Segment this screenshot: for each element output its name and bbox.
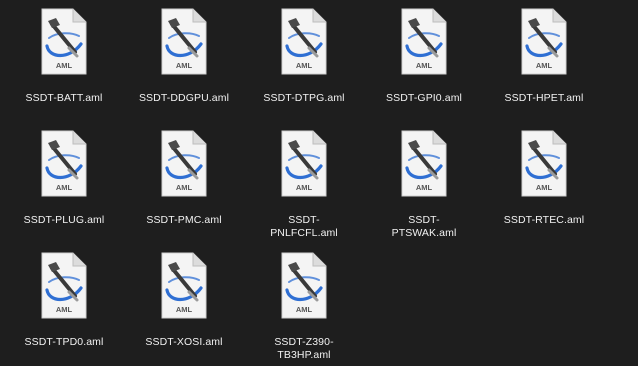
svg-text:AML: AML bbox=[56, 61, 73, 70]
aml-document-icon: AML bbox=[401, 130, 447, 197]
file-name-label: SSDT-TPD0.aml bbox=[24, 336, 104, 348]
file-name-label: SSDT-XOSI.aml bbox=[145, 336, 223, 348]
file-name-label: SSDT-DDGPU.aml bbox=[138, 92, 230, 104]
file-item[interactable]: AML SSDT-GPI0.aml bbox=[364, 6, 484, 128]
svg-text:AML: AML bbox=[176, 183, 193, 192]
file-item[interactable]: AML SSDT-PLUG.aml bbox=[4, 128, 124, 250]
aml-document-icon: AML bbox=[161, 8, 207, 75]
file-name-label: SSDT-PLUG.aml bbox=[23, 214, 105, 226]
svg-text:AML: AML bbox=[536, 61, 553, 70]
aml-document-icon: AML bbox=[41, 252, 87, 319]
file-name-label: SSDT-BATT.aml bbox=[25, 92, 103, 104]
aml-document-icon: AML bbox=[281, 8, 327, 75]
file-name-label: SSDT- PTSWAK.aml bbox=[391, 214, 457, 239]
svg-text:AML: AML bbox=[56, 183, 73, 192]
aml-document-icon: AML bbox=[401, 8, 447, 75]
svg-text:AML: AML bbox=[296, 305, 313, 314]
file-item[interactable]: AML SSDT- PNLFCFL.aml bbox=[244, 128, 364, 250]
svg-text:AML: AML bbox=[416, 61, 433, 70]
finder-icon-view: AML SSDT-BATT.aml AML SSDT-DDGPU.aml AML… bbox=[0, 0, 638, 366]
file-item[interactable]: AML SSDT-DDGPU.aml bbox=[124, 6, 244, 128]
file-name-label: SSDT-RTEC.aml bbox=[503, 214, 585, 226]
aml-document-icon: AML bbox=[521, 8, 567, 75]
svg-text:AML: AML bbox=[176, 305, 193, 314]
svg-text:AML: AML bbox=[536, 183, 553, 192]
file-item[interactable]: AML SSDT-XOSI.aml bbox=[124, 250, 244, 366]
file-item[interactable]: AML SSDT-Z390- TB3HP.aml bbox=[244, 250, 364, 366]
aml-document-icon: AML bbox=[281, 130, 327, 197]
file-name-label: SSDT-HPET.aml bbox=[504, 92, 584, 104]
file-item[interactable]: AML SSDT-DTPG.aml bbox=[244, 6, 364, 128]
svg-text:AML: AML bbox=[296, 61, 313, 70]
aml-document-icon: AML bbox=[41, 8, 87, 75]
file-name-label: SSDT-DTPG.aml bbox=[263, 92, 345, 104]
file-item[interactable]: AML SSDT-RTEC.aml bbox=[484, 128, 604, 250]
svg-text:AML: AML bbox=[296, 183, 313, 192]
file-name-label: SSDT-PMC.aml bbox=[146, 214, 222, 226]
aml-document-icon: AML bbox=[161, 252, 207, 319]
file-name-label: SSDT- PNLFCFL.aml bbox=[270, 214, 338, 239]
file-item[interactable]: AML SSDT- PTSWAK.aml bbox=[364, 128, 484, 250]
file-item[interactable]: AML SSDT-TPD0.aml bbox=[4, 250, 124, 366]
file-name-label: SSDT-Z390- TB3HP.aml bbox=[274, 336, 334, 361]
file-item[interactable]: AML SSDT-PMC.aml bbox=[124, 128, 244, 250]
aml-document-icon: AML bbox=[281, 252, 327, 319]
file-item[interactable]: AML SSDT-BATT.aml bbox=[4, 6, 124, 128]
file-grid: AML SSDT-BATT.aml AML SSDT-DDGPU.aml AML… bbox=[4, 6, 604, 366]
svg-text:AML: AML bbox=[176, 61, 193, 70]
aml-document-icon: AML bbox=[161, 130, 207, 197]
aml-document-icon: AML bbox=[521, 130, 567, 197]
file-name-label: SSDT-GPI0.aml bbox=[386, 92, 462, 104]
file-item[interactable]: AML SSDT-HPET.aml bbox=[484, 6, 604, 128]
svg-text:AML: AML bbox=[416, 183, 433, 192]
svg-text:AML: AML bbox=[56, 305, 73, 314]
aml-document-icon: AML bbox=[41, 130, 87, 197]
